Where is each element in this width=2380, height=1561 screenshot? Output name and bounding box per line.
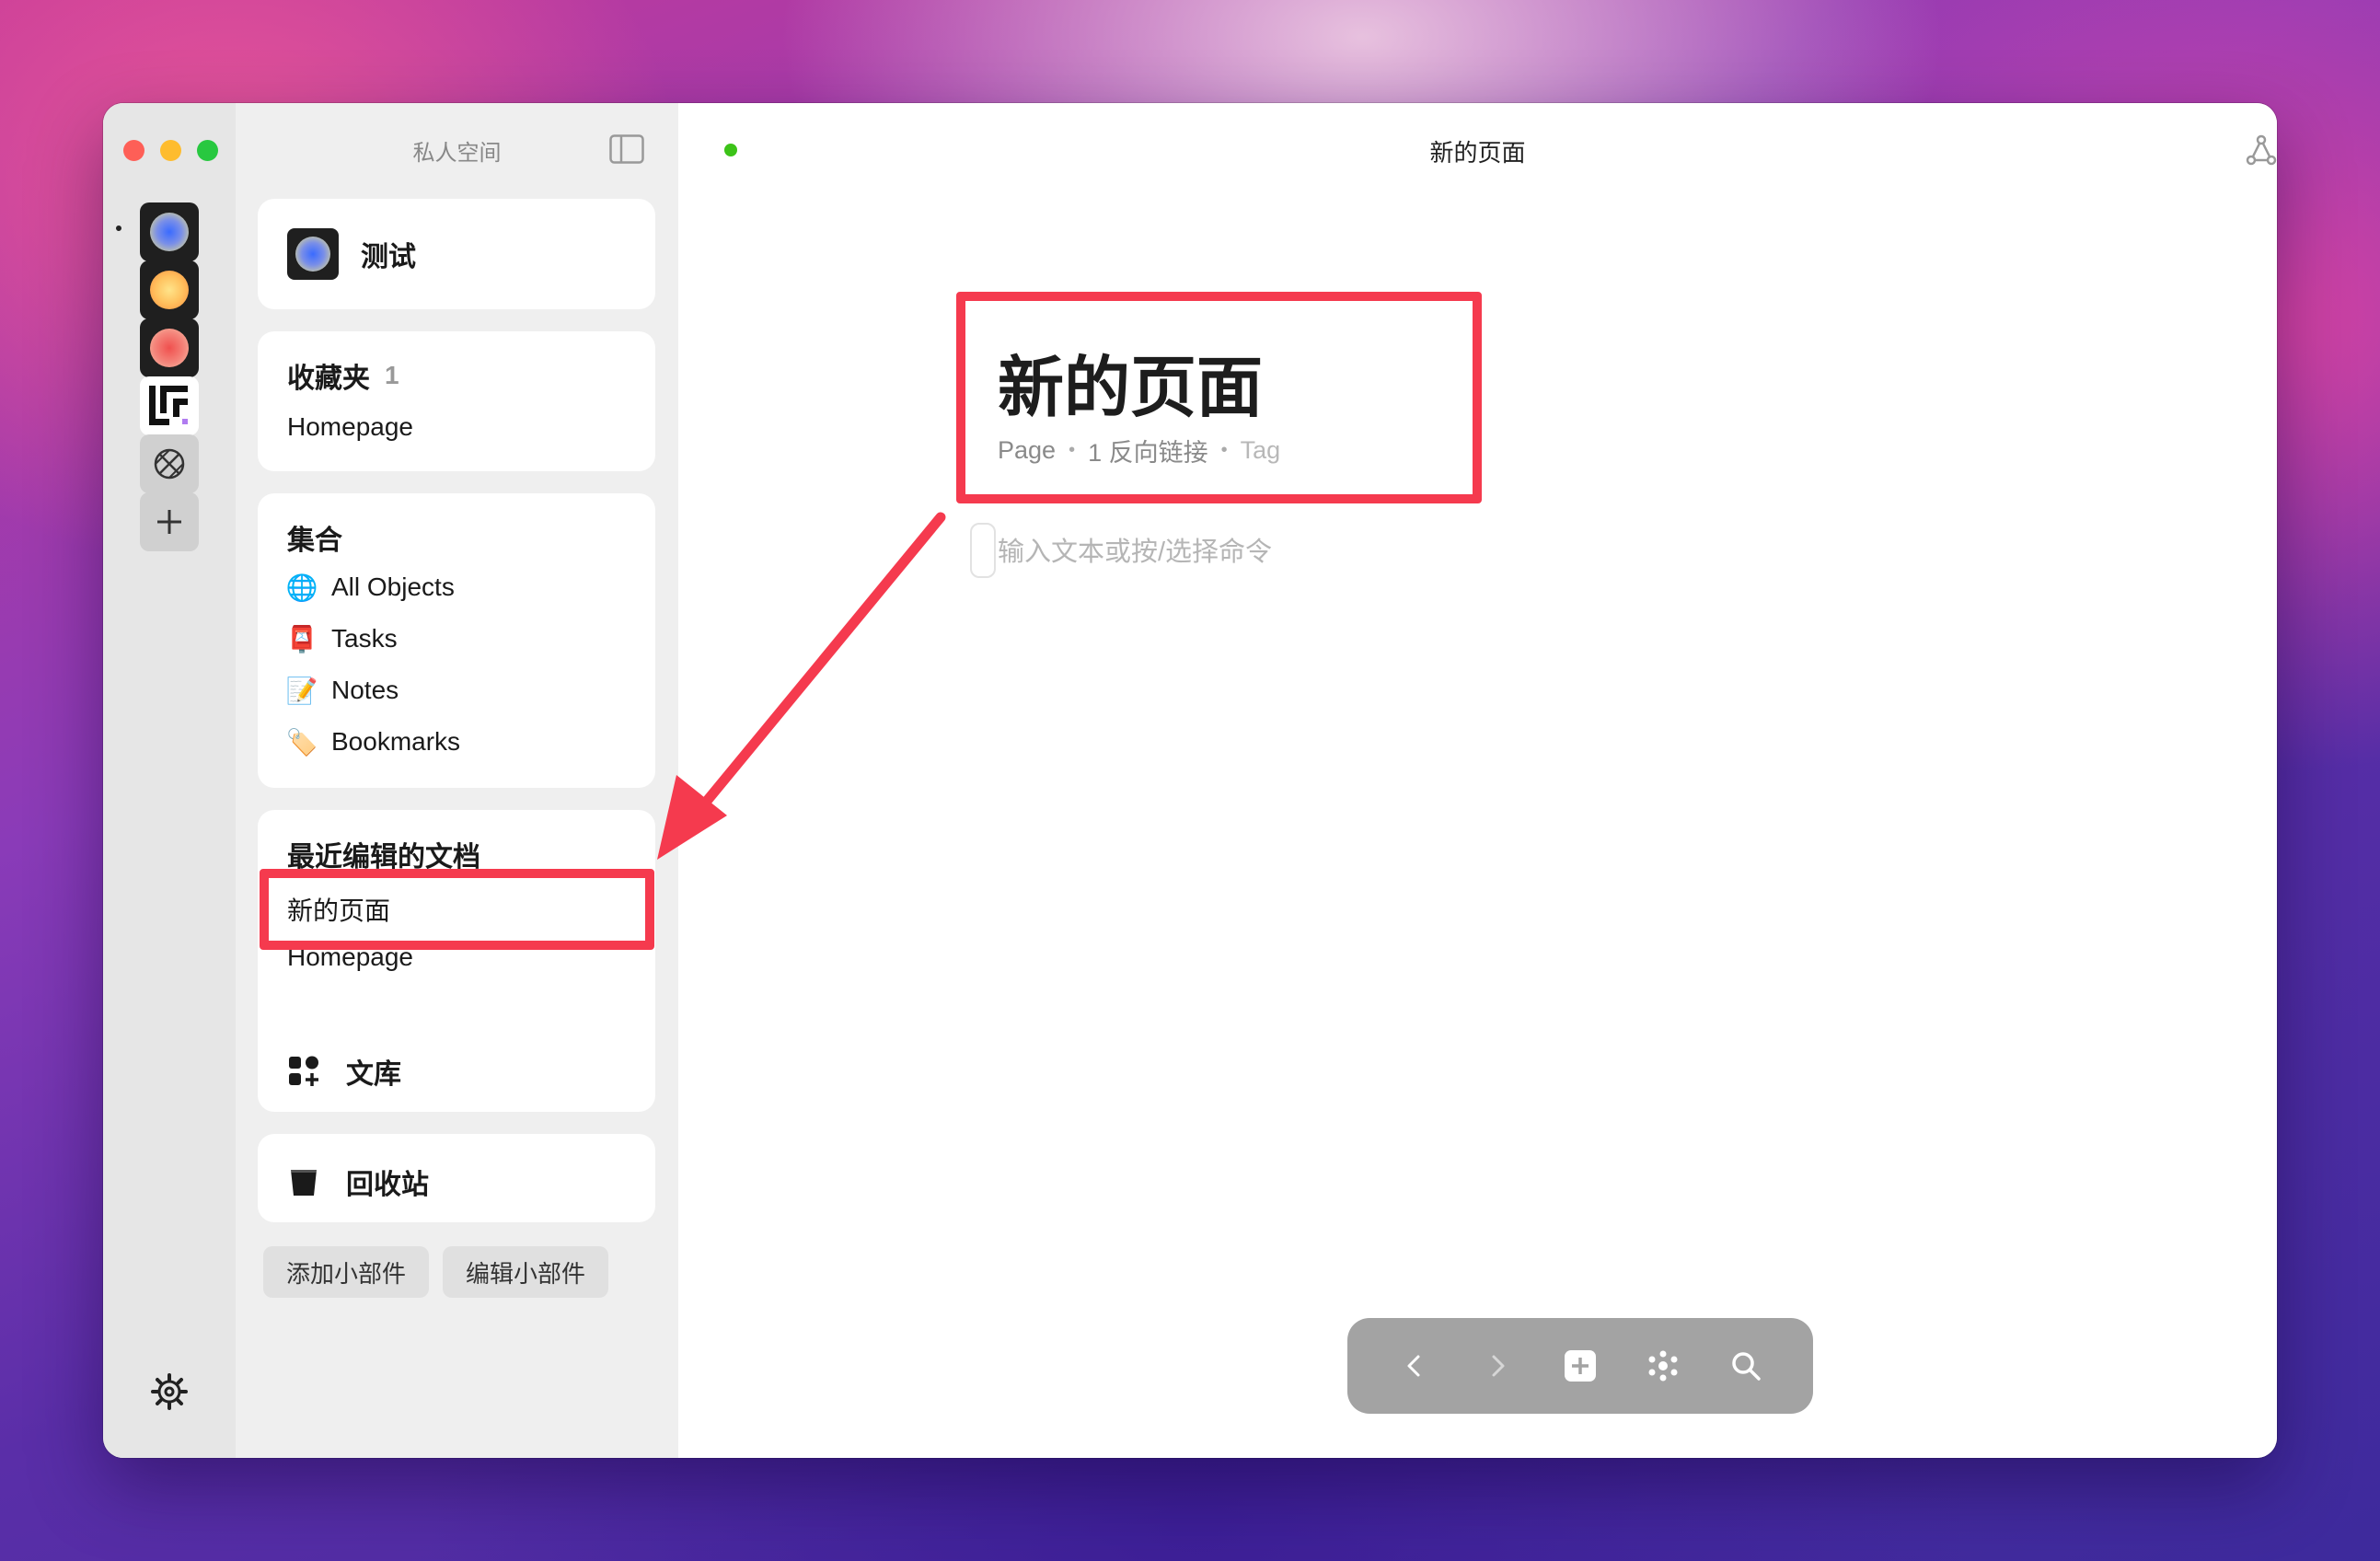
memo-emoji-icon: 📝 xyxy=(285,676,318,705)
collection-item-bookmarks[interactable]: 🏷️ Bookmarks xyxy=(285,727,461,757)
collection-label: All Objects xyxy=(331,572,455,601)
edit-widget-button[interactable]: 编辑小部件 xyxy=(443,1246,608,1298)
favorites-heading: 收藏夹 xyxy=(287,364,370,394)
space-avatar xyxy=(150,271,189,309)
graph-icon[interactable] xyxy=(2243,133,2277,169)
add-space-button[interactable] xyxy=(140,492,199,551)
favorites-item[interactable]: Homepage xyxy=(287,412,413,442)
globe-icon xyxy=(154,448,185,480)
library-icon xyxy=(289,1056,318,1086)
trash-card[interactable]: 回收站 xyxy=(258,1134,655,1222)
graph-dots-icon xyxy=(1648,1350,1678,1382)
trash-icon xyxy=(291,1169,317,1196)
space-avatar xyxy=(287,228,339,280)
collections-card: 集合 🌐 All Objects 📮 Tasks 📝 Notes 🏷️ Book… xyxy=(258,493,655,788)
close-window-button[interactable] xyxy=(123,140,144,161)
space-name: 测试 xyxy=(361,242,416,272)
chevron-right-icon xyxy=(1492,1355,1505,1377)
editor-placeholder[interactable]: 输入文本或按/选择命令 xyxy=(998,530,1272,569)
annotation-box-title xyxy=(956,292,1482,503)
space-card[interactable]: 测试 xyxy=(258,199,655,309)
back-button[interactable] xyxy=(1392,1344,1437,1388)
collection-item-notes[interactable]: 📝 Notes xyxy=(285,676,399,705)
collections-heading-label: 集合 xyxy=(287,526,342,556)
space-globe[interactable] xyxy=(140,434,199,493)
favorites-card: 收藏夹 1 Homepage xyxy=(258,331,655,471)
annotation-box-recent xyxy=(260,869,654,950)
collections-heading[interactable]: 集合 xyxy=(287,517,342,558)
collection-item-all-objects[interactable]: 🌐 All Objects xyxy=(285,572,455,602)
forward-button[interactable] xyxy=(1475,1344,1519,1388)
globe-emoji-icon: 🌐 xyxy=(285,572,318,602)
favorites-header[interactable]: 收藏夹 1 xyxy=(287,355,399,396)
collection-label: Notes xyxy=(331,676,399,704)
space-avatar xyxy=(150,329,189,367)
logo-icon xyxy=(149,386,188,425)
settings-gear-icon[interactable] xyxy=(149,1371,190,1412)
favorites-count: 1 xyxy=(385,361,399,389)
sidebar-toggle-icon[interactable] xyxy=(609,134,644,164)
active-space-indicator xyxy=(116,225,121,231)
minimize-window-button[interactable] xyxy=(160,140,181,161)
spaces-rail xyxy=(103,103,236,1458)
graph-view-button[interactable] xyxy=(1641,1344,1685,1388)
search-icon xyxy=(1732,1352,1761,1381)
library-label: 文库 xyxy=(346,1059,401,1090)
collection-label: Bookmarks xyxy=(331,727,461,756)
space-avatar xyxy=(150,213,189,251)
collection-item-tasks[interactable]: 📮 Tasks xyxy=(285,624,398,653)
trash-row: 回收站 xyxy=(287,1162,429,1202)
space-red[interactable] xyxy=(140,318,199,377)
library-row: 文库 xyxy=(287,1051,401,1092)
space-orange[interactable] xyxy=(140,260,199,319)
space-logo[interactable] xyxy=(140,376,199,435)
space-card-row: 测试 xyxy=(287,228,416,280)
tag-emoji-icon: 🏷️ xyxy=(285,727,318,757)
block-handle[interactable] xyxy=(970,523,996,578)
bottom-toolbar xyxy=(1347,1318,1813,1414)
plus-square-icon xyxy=(1565,1350,1596,1382)
zoom-window-button[interactable] xyxy=(197,140,218,161)
chevron-left-icon xyxy=(1407,1355,1420,1377)
mailbox-emoji-icon: 📮 xyxy=(285,624,318,653)
sidebar: 私人空间 测试 收藏夹 1 Homepage 集合 🌐 All Objects … xyxy=(236,103,678,1458)
space-blue[interactable] xyxy=(140,202,199,261)
new-object-button[interactable] xyxy=(1558,1344,1602,1388)
header-title: 新的页面 xyxy=(1429,139,1526,167)
search-button[interactable] xyxy=(1724,1344,1768,1388)
collection-label: Tasks xyxy=(331,624,398,653)
library-card[interactable]: 文库 xyxy=(258,1023,655,1112)
add-widget-button[interactable]: 添加小部件 xyxy=(263,1246,429,1298)
plus-icon xyxy=(157,510,181,534)
trash-label: 回收站 xyxy=(346,1170,429,1200)
